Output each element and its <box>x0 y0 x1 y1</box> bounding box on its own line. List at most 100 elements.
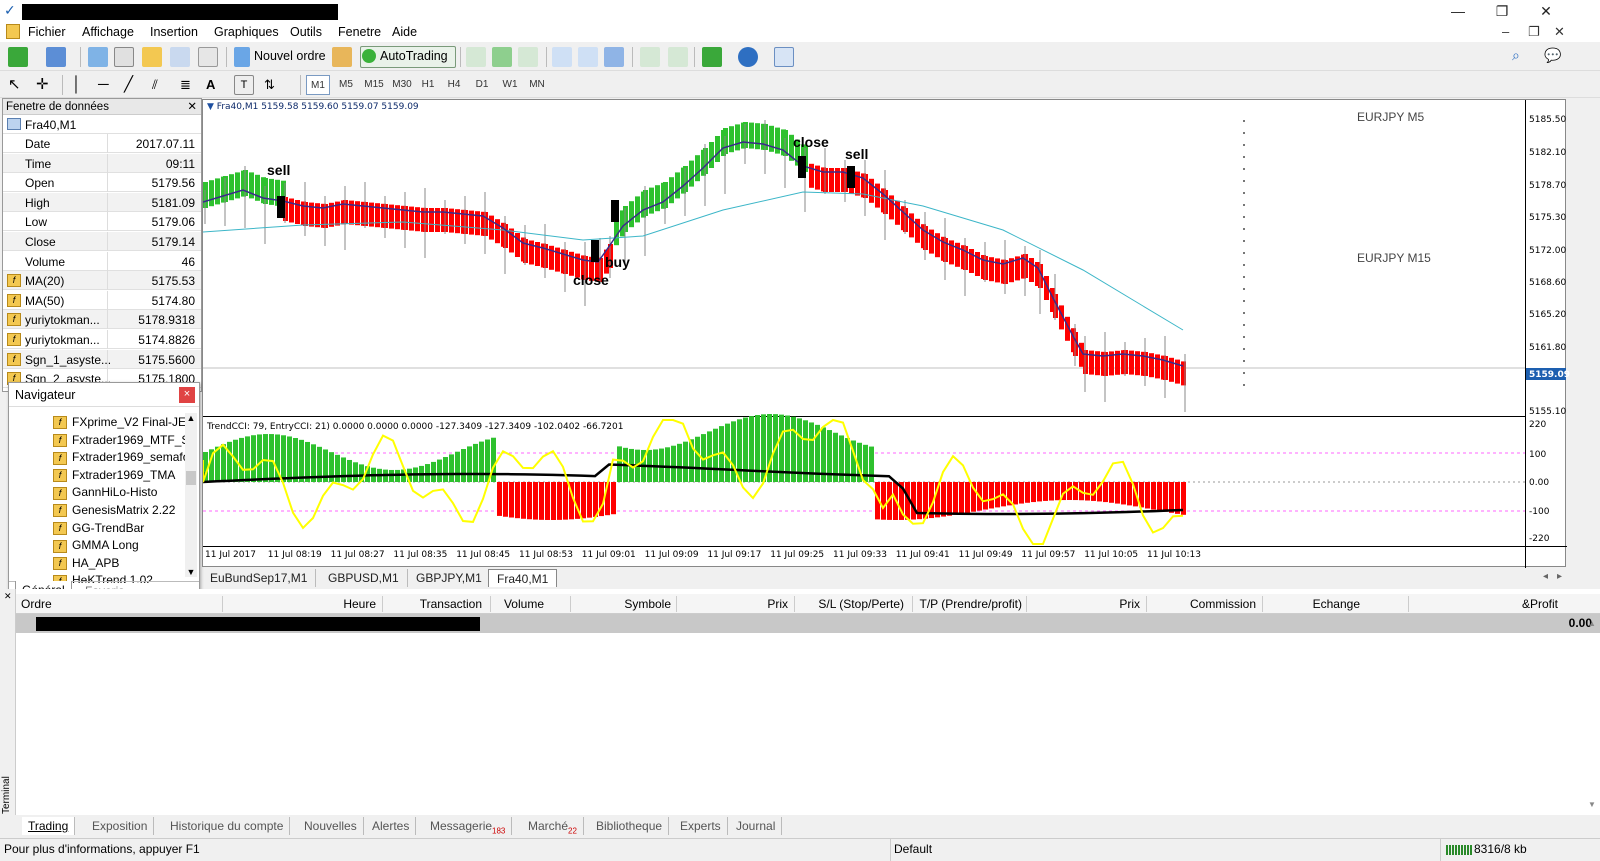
indicators-icon[interactable] <box>702 47 722 67</box>
chart-tab-active[interactable]: Fra40,M1 <box>488 569 558 587</box>
autoscroll-icon[interactable] <box>668 47 688 67</box>
new-order-icon[interactable] <box>234 47 250 67</box>
tf-h1[interactable]: H1 <box>418 75 438 95</box>
menu-fichier[interactable]: Fichier <box>28 25 66 39</box>
terminal-icon[interactable] <box>170 47 190 67</box>
chart-tab-2[interactable]: GBPUSD,M1 <box>320 569 408 587</box>
navigator-item[interactable]: f GannHiLo-Histo <box>53 485 157 502</box>
menu-aide[interactable]: Aide <box>392 25 417 39</box>
navigator-item[interactable]: f FXprime_V2 Final-JE <box>53 415 186 432</box>
column-header[interactable]: Heure <box>343 597 376 611</box>
channel-icon[interactable]: ⫽ <box>152 75 172 95</box>
navigator-item[interactable]: f Fxtrader1969_MTF_S <box>53 433 189 450</box>
mdi-restore-icon[interactable]: ❐ <box>1528 24 1540 40</box>
tf-m15[interactable]: M15 <box>362 75 386 95</box>
column-header[interactable]: Symbole <box>624 597 671 611</box>
tf-m30[interactable]: M30 <box>390 75 414 95</box>
terminal-tab[interactable]: Historique du compte <box>164 817 291 835</box>
periods-icon[interactable] <box>738 47 758 67</box>
column-header[interactable]: Transaction <box>420 597 482 611</box>
column-header[interactable]: Ordre <box>21 597 52 611</box>
column-header[interactable]: Echange <box>1313 597 1360 611</box>
menu-fenetre[interactable]: Fenetre <box>338 25 381 39</box>
menu-insertion[interactable]: Insertion <box>150 25 198 39</box>
terminal-tab[interactable]: Marché22 <box>522 817 584 835</box>
close-icon[interactable]: × <box>179 387 195 403</box>
document-icon[interactable] <box>6 24 20 39</box>
chevron-up-icon[interactable]: ▲ <box>1586 619 1598 628</box>
menu-outils[interactable]: Outils <box>290 25 322 39</box>
tile-windows-icon[interactable] <box>604 47 624 67</box>
terminal-scrollbar[interactable]: ▲ ▼ <box>1586 619 1598 809</box>
navigator-icon[interactable] <box>142 47 162 67</box>
metaeditor-icon[interactable] <box>332 47 352 67</box>
zoom-in-icon[interactable] <box>552 47 572 67</box>
scrollbar-thumb[interactable] <box>186 471 196 485</box>
chevron-up-icon[interactable]: ▲ <box>185 413 197 423</box>
menu-affichage[interactable]: Affichage <box>82 25 134 39</box>
chart-tab-3[interactable]: GBPJPY,M1 <box>408 569 491 587</box>
tf-m1[interactable]: M1 <box>306 75 330 95</box>
vertical-line-icon[interactable]: │ <box>72 75 92 95</box>
navigator-item[interactable]: f HA_APB <box>53 556 119 573</box>
search-icon[interactable]: ⌕ <box>1512 47 1532 67</box>
crosshair-icon[interactable]: ✛ <box>36 75 56 95</box>
horizontal-line-icon[interactable]: ─ <box>98 75 118 95</box>
navigator-item[interactable]: f GMMA Long <box>53 538 139 555</box>
new-order-button[interactable]: Nouvel ordre <box>254 49 326 63</box>
tf-m5[interactable]: M5 <box>334 75 358 95</box>
arrows-icon[interactable]: ⇅ <box>264 75 284 95</box>
profiles-icon[interactable] <box>46 47 66 67</box>
bar-chart-icon[interactable] <box>466 47 486 67</box>
navigator-scrollbar[interactable]: ▲ ▼ <box>185 413 197 577</box>
chart-canvas[interactable] <box>203 100 1567 568</box>
terminal-tab[interactable]: Nouvelles <box>298 817 364 835</box>
close-icon[interactable]: ✕ <box>4 591 12 602</box>
mdi-minimize-icon[interactable]: – <box>1502 24 1509 39</box>
navigator-item[interactable]: f Fxtrader1969_TMA <box>53 468 175 485</box>
chevron-right-icon[interactable]: ▸ <box>1557 571 1562 582</box>
column-header[interactable]: &Profit <box>1522 597 1558 611</box>
column-header[interactable]: Prix <box>767 597 788 611</box>
tester-icon[interactable] <box>198 47 218 67</box>
balance-row[interactable]: 0.00 <box>16 614 1600 633</box>
chart-shift-icon[interactable] <box>640 47 660 67</box>
chart-window[interactable]: ▼ Fra40,M1 5159.58 5159.60 5159.07 5159.… <box>202 99 1570 568</box>
column-header[interactable]: Volume <box>504 597 544 611</box>
market-watch-icon[interactable] <box>88 47 108 67</box>
navigator-item[interactable]: f Fxtrader1969_semafo <box>53 450 189 467</box>
chevron-down-icon[interactable]: ▼ <box>185 567 197 577</box>
terminal-tab[interactable]: Experts <box>674 817 728 835</box>
close-icon[interactable]: ✕ <box>187 99 197 115</box>
mdi-close-icon[interactable]: ✕ <box>1554 24 1565 40</box>
terminal-tab[interactable]: Trading <box>22 817 76 835</box>
navigator-item[interactable]: f GG-TrendBar <box>53 521 144 538</box>
chart-tab-1[interactable]: EuBundSep17,M1 <box>202 569 317 587</box>
new-chart-icon[interactable] <box>8 47 28 67</box>
column-header[interactable]: S/L (Stop/Perte) <box>818 597 904 611</box>
tf-w1[interactable]: W1 <box>500 75 520 95</box>
terminal-tab[interactable]: Alertes <box>366 817 417 835</box>
maximize-button[interactable]: ❐ <box>1480 0 1524 22</box>
close-button[interactable]: ✕ <box>1524 0 1568 22</box>
chevron-down-icon[interactable]: ▼ <box>1586 800 1598 809</box>
cursor-icon[interactable]: ↖ <box>8 75 28 95</box>
terminal-tab[interactable]: Exposition <box>86 817 155 835</box>
tf-d1[interactable]: D1 <box>472 75 492 95</box>
tf-h4[interactable]: H4 <box>444 75 464 95</box>
line-chart-icon[interactable] <box>518 47 538 67</box>
zoom-out-icon[interactable] <box>578 47 598 67</box>
templates-icon[interactable] <box>774 47 794 67</box>
candlestick-icon[interactable] <box>492 47 512 67</box>
data-window-icon[interactable] <box>114 47 134 67</box>
terminal-tab[interactable]: Messagerie183 <box>424 817 513 835</box>
column-header[interactable]: Prix <box>1119 597 1140 611</box>
column-header[interactable]: T/P (Prendre/profit) <box>920 597 1022 611</box>
navigator-item[interactable]: f GenesisMatrix 2.22 <box>53 503 175 520</box>
chat-icon[interactable]: 💬 <box>1544 47 1564 67</box>
trendline-icon[interactable]: ╱ <box>124 75 144 95</box>
chevron-left-icon[interactable]: ◂ <box>1543 571 1548 582</box>
minimize-button[interactable]: — <box>1436 0 1480 22</box>
menu-graphiques[interactable]: Graphiques <box>214 25 279 39</box>
column-header[interactable]: Commission <box>1190 597 1256 611</box>
